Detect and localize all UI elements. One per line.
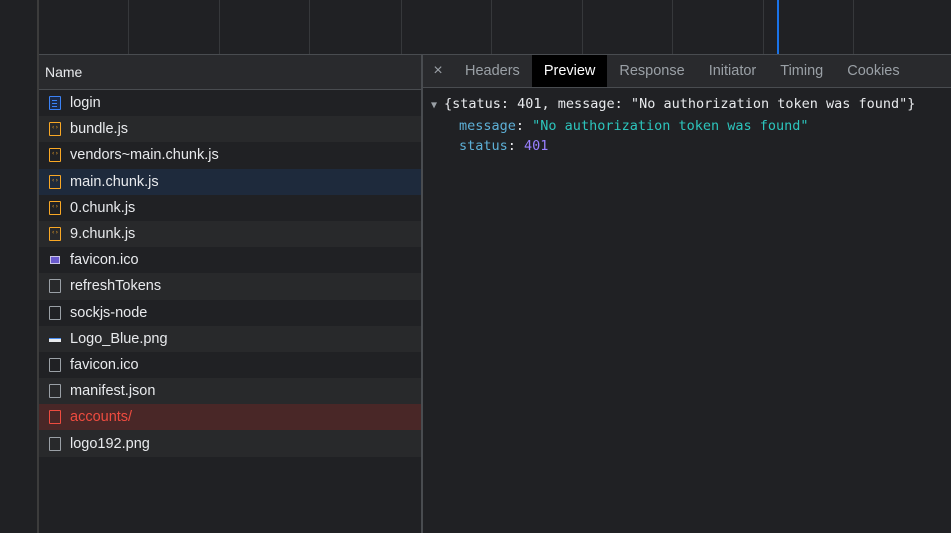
- request-name: logo192.png: [70, 435, 150, 452]
- tab-cookies[interactable]: Cookies: [835, 55, 911, 87]
- tab-initiator[interactable]: Initiator: [697, 55, 769, 87]
- timeline-gridline: [128, 0, 129, 54]
- request-name: vendors~main.chunk.js: [70, 147, 219, 164]
- name-column-header[interactable]: Name: [39, 55, 422, 90]
- file-icon: [49, 436, 61, 451]
- detail-tabbar: × Headers Preview Response Initiator Tim…: [423, 55, 951, 88]
- request-name: favicon.ico: [70, 356, 139, 373]
- request-name: login: [70, 95, 101, 112]
- script-icon: ‹›: [49, 148, 61, 163]
- json-property-row: message: "No authorization token was fou…: [459, 118, 809, 134]
- script-icon: ‹›: [49, 174, 61, 189]
- request-row[interactable]: ‹› main.chunk.js: [39, 168, 422, 195]
- image-icon: [49, 332, 61, 346]
- json-root-row[interactable]: ▼ {status: 401, message: "No authorizatio…: [431, 94, 951, 116]
- timeline-gridline: [853, 0, 854, 54]
- request-row[interactable]: favicon.ico: [39, 352, 422, 378]
- request-row[interactable]: login: [39, 90, 422, 116]
- request-rows: login ‹› bundle.js ‹› vendors~main.chunk.js ‹…: [39, 90, 422, 457]
- request-name: sockjs-node: [70, 304, 148, 321]
- left-gutter: [0, 0, 37, 533]
- tab-timing[interactable]: Timing: [768, 55, 835, 87]
- json-summary: {status: 401, message: "No authorization…: [444, 96, 916, 112]
- expand-caret-icon[interactable]: ▼: [431, 96, 444, 116]
- request-detail-panel: × Headers Preview Response Initiator Tim…: [423, 55, 951, 533]
- script-icon: ‹›: [49, 200, 61, 215]
- json-key: status: [459, 138, 508, 154]
- file-icon: [49, 305, 61, 320]
- request-row[interactable]: ‹› bundle.js: [39, 116, 422, 143]
- tab-headers[interactable]: Headers: [453, 55, 532, 87]
- network-timeline-overview[interactable]: [39, 0, 951, 55]
- json-number-value: 401: [524, 138, 549, 154]
- request-name: favicon.ico: [70, 252, 139, 269]
- timeline-gridline: [491, 0, 492, 54]
- timeline-gridline: [309, 0, 310, 54]
- request-name: refreshTokens: [70, 278, 162, 295]
- request-row[interactable]: ‹› vendors~main.chunk.js: [39, 142, 422, 168]
- request-row[interactable]: sockjs-node: [39, 300, 422, 326]
- request-name: main.chunk.js: [70, 173, 159, 190]
- tab-preview[interactable]: Preview: [531, 55, 608, 87]
- request-row[interactable]: ‹› 9.chunk.js: [39, 220, 422, 248]
- file-icon: [49, 384, 61, 399]
- request-row[interactable]: favicon.ico: [39, 247, 422, 273]
- file-icon: [49, 279, 61, 294]
- request-name: 0.chunk.js: [70, 199, 136, 216]
- request-name: manifest.json: [70, 383, 156, 400]
- request-row[interactable]: ‹› 0.chunk.js: [39, 195, 422, 221]
- request-name: 9.chunk.js: [70, 226, 136, 243]
- json-property-row: status: 401: [459, 138, 549, 154]
- tab-response[interactable]: Response: [607, 55, 696, 87]
- request-row[interactable]: logo192.png: [39, 430, 422, 457]
- timeline-gridline: [672, 0, 673, 54]
- script-icon: ‹›: [49, 122, 61, 137]
- request-row[interactable]: accounts/: [39, 404, 422, 431]
- timeline-gridline: [763, 0, 764, 54]
- timeline-gridline: [401, 0, 402, 54]
- close-icon[interactable]: ×: [423, 55, 453, 87]
- timeline-gridline: [582, 0, 583, 54]
- timeline-load-marker: [777, 0, 779, 54]
- request-name: bundle.js: [70, 121, 129, 138]
- document-icon: [49, 96, 61, 111]
- json-string-value: "No authorization token was found": [532, 118, 809, 134]
- json-key: message: [459, 118, 516, 134]
- request-name: accounts/: [70, 409, 133, 426]
- file-icon: [49, 410, 61, 425]
- image-icon: [49, 253, 61, 267]
- file-icon: [49, 357, 61, 372]
- script-icon: ‹›: [49, 227, 61, 242]
- json-preview: ▼ {status: 401, message: "No authorizatio…: [423, 88, 951, 156]
- request-row[interactable]: manifest.json: [39, 378, 422, 405]
- request-name: Logo_Blue.png: [70, 330, 168, 347]
- request-list: Name login ‹› bundle.js ‹› vendors~main.chun…: [39, 55, 422, 533]
- timeline-gridline: [219, 0, 220, 54]
- request-row[interactable]: Logo_Blue.png: [39, 325, 422, 352]
- request-row[interactable]: refreshTokens: [39, 273, 422, 300]
